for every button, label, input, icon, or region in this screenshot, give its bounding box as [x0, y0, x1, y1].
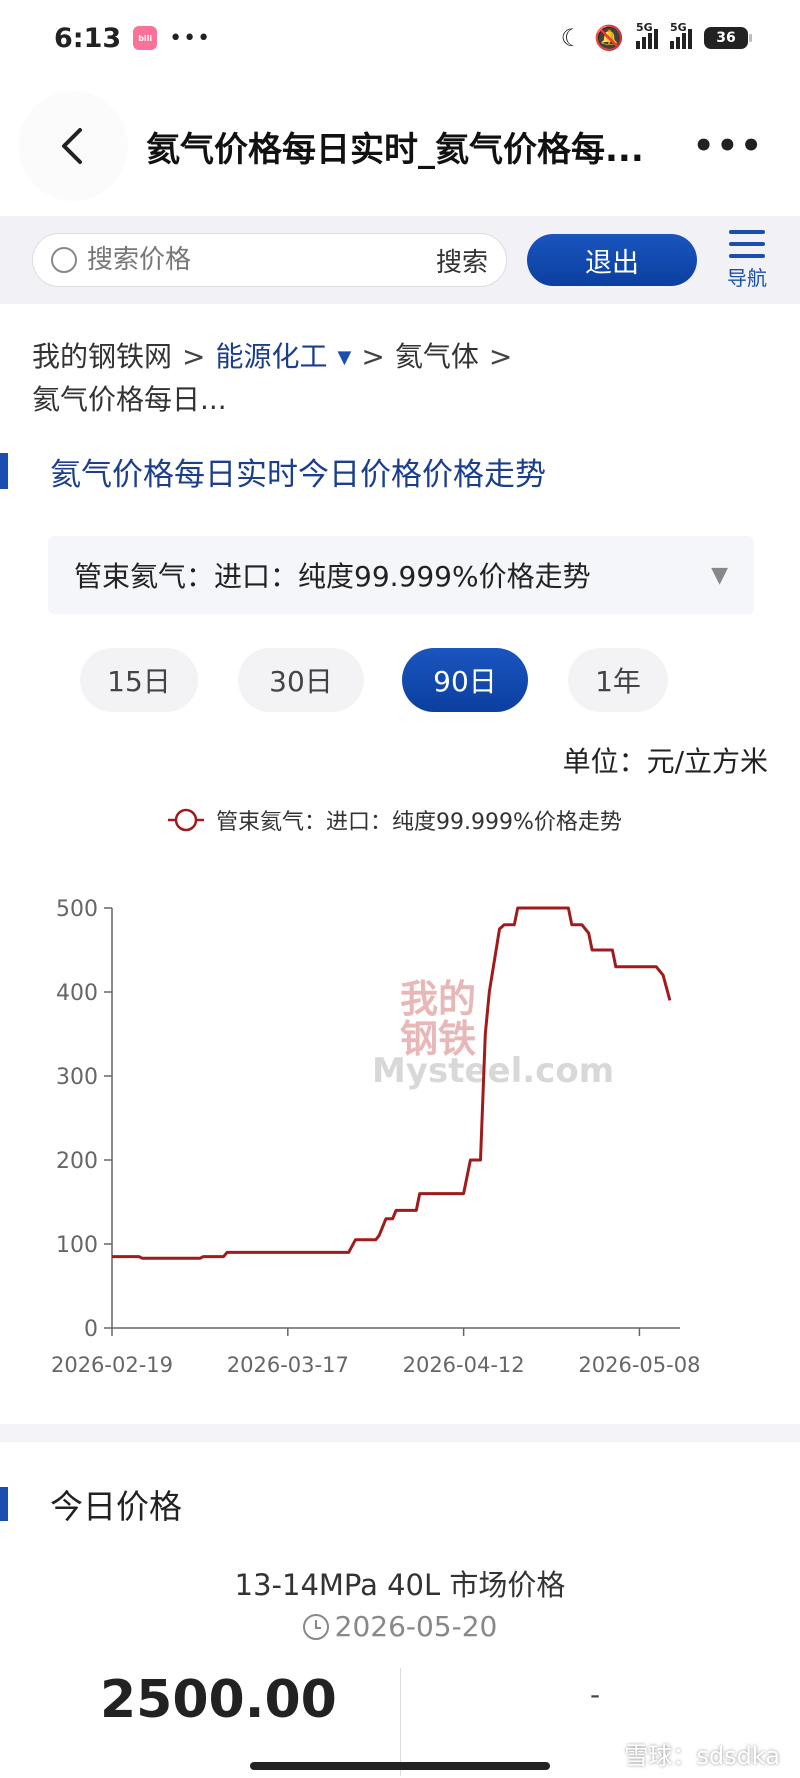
legend-label: 管束氦气：进口：纯度99.999%价格走势	[216, 810, 622, 835]
section-title: 氦气价格每日实时今日价格价格走势	[50, 456, 546, 493]
search-button[interactable]: 搜索	[436, 242, 488, 279]
today-price-title: 今日价格	[50, 1487, 182, 1526]
breadcrumb-item-current: 氦气价格每日...	[32, 383, 227, 416]
back-button[interactable]	[18, 91, 128, 201]
x-tick-label: 2026-02-19	[51, 1353, 173, 1377]
search-bar: 搜索 退出 导航	[0, 216, 800, 304]
y-tick-label: 400	[56, 981, 98, 1006]
more-options-button[interactable]: •••	[693, 126, 764, 166]
product-select-value: 管束氦气：进口：纯度99.999%价格走势	[74, 560, 591, 593]
y-tick-label: 300	[56, 1065, 98, 1090]
price-change: -	[590, 1678, 601, 1711]
price-date: 2026-05-20	[334, 1610, 498, 1643]
bilibili-app-icon: bili	[133, 26, 158, 50]
caret-down-icon: ▼	[711, 562, 728, 588]
unit-label: 单位：元/立方米	[562, 745, 768, 778]
clock-icon	[302, 1613, 329, 1640]
today-price-heading: 今日价格	[0, 1484, 800, 1526]
battery-icon: 36	[704, 27, 752, 49]
section-divider	[0, 1424, 800, 1442]
breadcrumb-item-energy[interactable]: 能源化工	[215, 340, 327, 373]
chart-svg: 管束氦气：进口：纯度99.999%价格走势我的钢铁Mysteel.com0100…	[51, 808, 700, 1377]
x-tick-label: 2026-03-17	[227, 1353, 349, 1377]
breadcrumb: 我的钢铁网 > 能源化工 ▼ > 氦气体 > 氦气价格每日...	[32, 336, 772, 421]
x-tick-label: 2026-04-12	[403, 1353, 525, 1377]
chevron-left-icon	[62, 128, 82, 164]
status-more-dots: •••	[169, 25, 212, 51]
caret-down-icon[interactable]: ▼	[338, 347, 352, 368]
navigation-label: 导航	[727, 265, 767, 290]
y-tick-label: 100	[56, 1233, 98, 1258]
breadcrumb-separator: >	[182, 340, 206, 373]
credit-watermark: 雪球：sdsdka	[624, 1742, 780, 1770]
price-divider	[400, 1668, 401, 1776]
price-date-row: 2026-05-20	[0, 1610, 800, 1643]
breadcrumb-separator: >	[361, 340, 385, 373]
heading-accent-bar	[0, 1487, 8, 1521]
mute-icon: 🔕	[594, 24, 624, 52]
legend-marker	[174, 808, 198, 832]
breadcrumb-item-mysteel[interactable]: 我的钢铁网	[32, 340, 172, 373]
section-heading: 氦气价格每日实时今日价格价格走势	[0, 448, 800, 494]
navigation-button[interactable]: 导航	[727, 229, 767, 291]
y-tick-label: 200	[56, 1149, 98, 1174]
search-box[interactable]: 搜索	[32, 233, 507, 287]
y-tick-label: 0	[84, 1317, 98, 1342]
status-bar: 6:13 bili ••• ☾ 🔕 5G 5G 36	[0, 0, 800, 76]
range-tabs: 15日 30日 90日 1年	[0, 648, 800, 712]
title-bar: 氦气价格每日实时_氦气价格每... •••	[0, 76, 800, 216]
page-title: 氦气价格每日实时_氦气价格每...	[146, 129, 644, 170]
search-input[interactable]	[87, 245, 387, 275]
tab-30-days[interactable]: 30日	[238, 648, 364, 712]
y-tick-label: 500	[56, 897, 98, 922]
heading-accent-bar	[0, 453, 8, 489]
tab-15-days[interactable]: 15日	[80, 648, 198, 712]
home-indicator[interactable]	[250, 1762, 550, 1770]
status-right-icons: ☾ 🔕 5G 5G 36	[560, 21, 752, 52]
watermark-text: 我的	[400, 977, 476, 1021]
price-trend-chart: 管束氦气：进口：纯度99.999%价格走势 我的 钢铁 Mysteel.com 0 100…	[0, 790, 800, 1390]
tab-90-days[interactable]: 90日	[402, 648, 528, 712]
product-select[interactable]: 管束氦气：进口：纯度99.999%价格走势 ▼	[48, 536, 754, 614]
search-icon	[51, 247, 77, 273]
menu-list-icon	[729, 229, 765, 258]
status-time: 6:13	[54, 22, 122, 54]
signal-tag: 5G	[636, 21, 653, 34]
signal-icon: 5G	[636, 21, 658, 49]
moon-icon: ☾	[560, 24, 583, 52]
watermark-text: Mysteel.com	[372, 1051, 614, 1091]
signal-tag-2: 5G	[670, 21, 687, 34]
signal-icon-2: 5G	[670, 21, 692, 49]
logout-button[interactable]: 退出	[527, 234, 697, 286]
price-value: 2500.00	[100, 1670, 337, 1730]
breadcrumb-separator: >	[488, 340, 513, 373]
breadcrumb-item-helium-gas[interactable]: 氦气体	[395, 340, 479, 373]
tab-1-year[interactable]: 1年	[568, 648, 668, 712]
x-tick-label: 2026-05-08	[578, 1353, 700, 1377]
spec-label: 13-14MPa 40L 市场价格	[234, 1568, 566, 1602]
